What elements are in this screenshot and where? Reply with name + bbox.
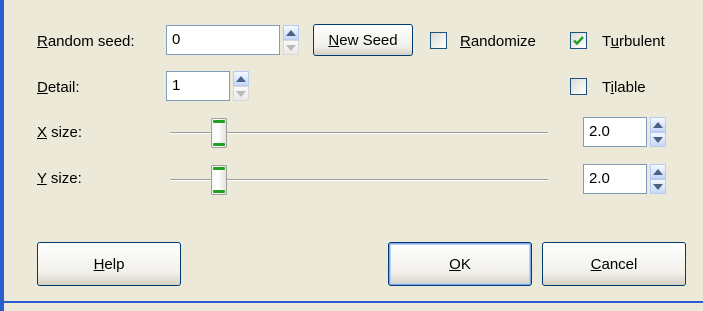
randomize-accel: R	[460, 33, 471, 50]
detail-label-text: etail:	[47, 79, 80, 96]
cancel-accel: C	[590, 255, 602, 273]
random-seed-label-text: andom seed:	[47, 33, 135, 50]
help-accel: H	[93, 255, 105, 273]
tilable-label-text: lable	[613, 79, 646, 96]
y-size-slider-thumb[interactable]	[211, 165, 228, 195]
tilable-label-pre: T	[602, 79, 611, 96]
random-seed-label: Random seed:	[37, 33, 135, 50]
randomize-checkbox[interactable]	[430, 32, 447, 49]
turbulent-label[interactable]: Turbulent	[602, 33, 665, 50]
random-seed-spinner[interactable]	[283, 25, 299, 55]
x-size-label: X size:	[37, 124, 82, 141]
ok-label: K	[460, 255, 471, 273]
new-seed-label: ew Seed	[339, 31, 398, 49]
new-seed-button[interactable]: New Seed	[313, 24, 413, 56]
turbulent-label-text: rbulent	[618, 33, 665, 50]
help-label: elp	[104, 255, 125, 273]
x-size-label-text: size:	[47, 124, 83, 141]
x-size-accel: X	[37, 124, 48, 141]
y-size-up-arrow-icon[interactable]	[650, 164, 666, 179]
check-mark-icon	[573, 36, 584, 46]
y-size-accel: Y	[37, 170, 47, 187]
detail-label: Detail:	[37, 79, 80, 96]
detail-up-arrow-icon[interactable]	[233, 71, 249, 86]
x-size-input[interactable]: 2.0	[583, 117, 647, 147]
detail-input[interactable]: 1	[166, 71, 230, 101]
random-seed-up-arrow-icon[interactable]	[283, 25, 299, 40]
turbulent-checkbox[interactable]	[570, 32, 587, 49]
cancel-button[interactable]: Cancel	[542, 242, 686, 286]
detail-spinner[interactable]	[233, 71, 249, 101]
detail-down-arrow-icon[interactable]	[233, 86, 249, 101]
randomize-label-text: andomize	[470, 33, 536, 50]
x-size-slider-thumb[interactable]	[211, 118, 228, 148]
y-size-down-arrow-icon[interactable]	[650, 179, 666, 194]
turbulent-accel: u	[610, 33, 619, 50]
x-size-down-arrow-icon[interactable]	[650, 132, 666, 147]
random-seed-accel: R	[37, 33, 48, 50]
cancel-label: ancel	[601, 255, 638, 273]
tilable-checkbox[interactable]	[570, 78, 587, 95]
y-size-input[interactable]: 2.0	[583, 164, 647, 194]
ok-accel: O	[449, 255, 461, 273]
turbulent-label-pre: T	[602, 33, 611, 50]
random-seed-input[interactable]: 0	[166, 25, 280, 55]
window-bottom-border	[0, 301, 703, 303]
y-size-label-text: size:	[46, 170, 82, 187]
ok-button[interactable]: OK	[388, 242, 532, 286]
x-size-up-arrow-icon[interactable]	[650, 117, 666, 132]
help-button[interactable]: Help	[37, 242, 181, 286]
new-seed-accel: N	[328, 31, 340, 49]
y-size-label: Y size:	[37, 170, 82, 187]
randomize-label[interactable]: Randomize	[460, 33, 536, 50]
x-size-spinner[interactable]	[650, 117, 666, 147]
window-left-border	[0, 0, 4, 311]
y-size-spinner[interactable]	[650, 164, 666, 194]
detail-accel: D	[37, 79, 48, 96]
random-seed-down-arrow-icon[interactable]	[283, 40, 299, 55]
tilable-label[interactable]: Tilable	[602, 79, 646, 96]
